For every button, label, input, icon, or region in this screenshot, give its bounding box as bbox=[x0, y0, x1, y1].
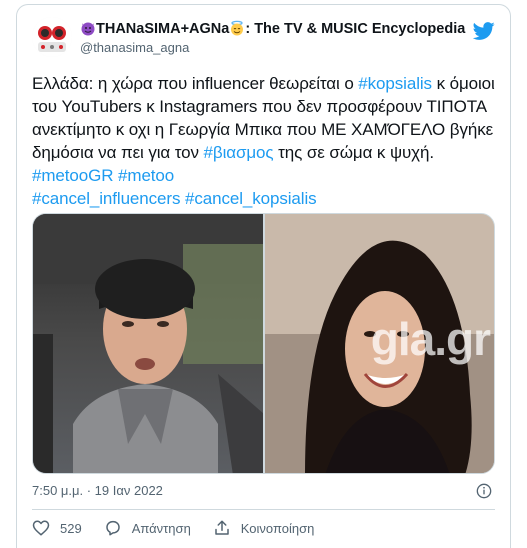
reply-label: Απάντηση bbox=[131, 520, 191, 536]
twitter-bird-icon[interactable] bbox=[473, 20, 495, 42]
tweet-text-segment: Ελλάδα: η χώρα που influencer θεωρείται … bbox=[32, 74, 359, 93]
avatar-image bbox=[32, 17, 72, 57]
man-in-car-image bbox=[33, 214, 263, 473]
smiling-halo-emoji-icon bbox=[231, 20, 244, 36]
media-watermark: gla.gr bbox=[370, 313, 491, 365]
display-name-suffix: : The TV & MUSIC Encyclopedia bbox=[245, 21, 466, 37]
video-thumbnail-right[interactable]: gla.gr bbox=[264, 214, 494, 473]
info-icon[interactable] bbox=[476, 483, 492, 499]
tweet-timestamp[interactable]: 7:50 μ.μ. · 19 Ιαν 2022 bbox=[32, 483, 163, 498]
likes-count: 529 bbox=[60, 520, 82, 536]
avatar[interactable] bbox=[32, 17, 72, 57]
hashtag-link[interactable]: #metooGR bbox=[32, 166, 114, 185]
tweet-text-segment: της σε σώμα κ ψυχή. bbox=[273, 143, 434, 162]
hashtag-link[interactable]: #βιασμος bbox=[204, 143, 274, 162]
share-icon bbox=[215, 520, 229, 535]
reply-bubble-icon bbox=[105, 520, 120, 536]
media-attachment[interactable]: gla.gr bbox=[32, 213, 495, 474]
heart-icon bbox=[32, 520, 50, 536]
hashtag-link[interactable]: #cancel_influencers bbox=[32, 189, 180, 208]
share-label: Κοινοποίηση bbox=[240, 520, 315, 536]
hashtag-link[interactable]: #metoo bbox=[118, 166, 174, 185]
hashtag-link[interactable]: #kopsialis bbox=[358, 74, 432, 93]
display-name[interactable]: THANaSIMA+AGNa : The TV & MUSIC Encyclop… bbox=[80, 19, 480, 39]
reply-button[interactable]: Απάντηση bbox=[104, 519, 191, 537]
smiling-devil-emoji-icon bbox=[81, 22, 95, 36]
tweet-text: Ελλάδα: η χώρα που influencer θεωρείται … bbox=[32, 72, 502, 210]
hashtag-link[interactable]: #cancel_kopsialis bbox=[185, 189, 317, 208]
display-name-prefix: THANaSIMA+AGNa bbox=[96, 21, 230, 37]
user-handle[interactable]: @thanasima_agna bbox=[80, 40, 189, 55]
like-button[interactable]: 529 bbox=[32, 519, 82, 537]
actions-divider bbox=[32, 509, 495, 510]
share-button[interactable]: Κοινοποίηση bbox=[213, 519, 315, 537]
video-thumbnail-left[interactable] bbox=[33, 214, 263, 473]
tweet-actions-bar: 529 Απάντηση Κοινοποίηση bbox=[32, 518, 336, 538]
